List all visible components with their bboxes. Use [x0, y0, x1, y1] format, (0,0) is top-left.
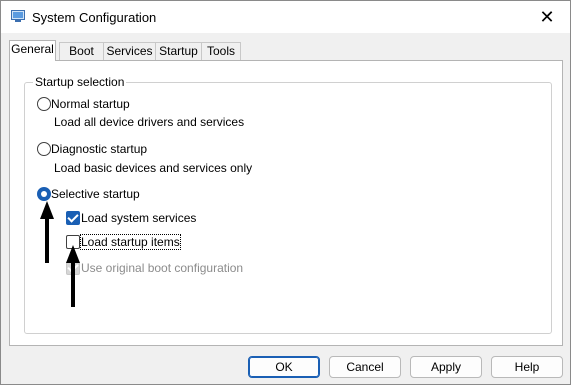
title-bar: System Configuration ✕ — [1, 1, 570, 33]
tab-services[interactable]: Services — [103, 42, 156, 60]
annotation-arrow-up-icon — [66, 245, 80, 307]
system-config-icon — [11, 10, 25, 22]
normal-startup-description: Load all device drivers and services — [54, 115, 245, 129]
tab-general[interactable]: General — [9, 40, 56, 61]
annotation-arrow-up-icon — [40, 201, 54, 263]
ok-button[interactable]: OK — [248, 356, 320, 378]
close-button[interactable]: ✕ — [524, 1, 570, 33]
load-startup-items-label[interactable]: Load startup items — [80, 234, 181, 250]
close-icon: ✕ — [539, 6, 555, 27]
window-title: System Configuration — [32, 10, 157, 25]
tab-boot[interactable]: Boot — [59, 42, 104, 60]
help-button[interactable]: Help — [491, 356, 563, 378]
normal-startup-label[interactable]: Normal startup — [51, 97, 130, 111]
load-system-services-label[interactable]: Load system services — [81, 211, 196, 225]
normal-startup-radio[interactable] — [37, 97, 51, 111]
selective-startup-radio[interactable] — [37, 187, 51, 201]
startup-selection-legend: Startup selection — [33, 75, 127, 89]
load-system-services-checkbox[interactable] — [66, 211, 80, 225]
diagnostic-startup-label[interactable]: Diagnostic startup — [51, 142, 147, 156]
general-tab-panel: Startup selection Normal startup Load al… — [9, 60, 563, 346]
startup-selection-group: Startup selection Normal startup Load al… — [24, 75, 552, 334]
cancel-button[interactable]: Cancel — [329, 356, 401, 378]
apply-button[interactable]: Apply — [410, 356, 482, 378]
diagnostic-startup-description: Load basic devices and services only — [54, 161, 253, 175]
tab-tools[interactable]: Tools — [201, 42, 241, 60]
diagnostic-startup-radio[interactable] — [37, 142, 51, 156]
use-original-boot-config-label: Use original boot configuration — [81, 261, 244, 275]
selective-startup-label[interactable]: Selective startup — [51, 187, 140, 201]
system-configuration-window: System Configuration ✕ General Boot Serv… — [0, 0, 571, 385]
tab-startup[interactable]: Startup — [155, 42, 202, 60]
